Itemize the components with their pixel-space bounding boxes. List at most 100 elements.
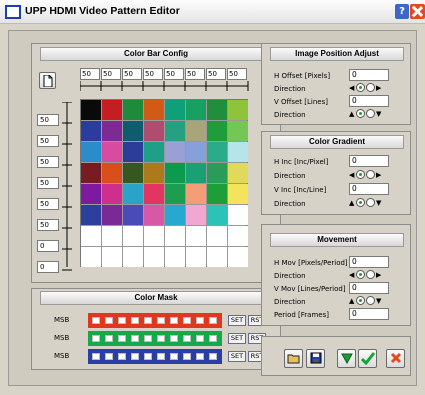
radio-unselected[interactable] (366, 270, 375, 279)
color-cell[interactable] (207, 226, 227, 246)
color-cell[interactable] (81, 226, 101, 246)
color-cell[interactable] (144, 100, 164, 120)
mask-bit-toggle[interactable] (183, 335, 191, 342)
column-width-input[interactable]: 50 (80, 68, 100, 80)
mask-bit-toggle[interactable] (196, 317, 204, 324)
color-cell[interactable] (207, 247, 227, 267)
down-arrow-icon[interactable]: ▼ (376, 110, 381, 118)
color-cell[interactable] (207, 184, 227, 204)
color-cell[interactable] (123, 121, 143, 141)
color-cell[interactable] (123, 184, 143, 204)
color-cell[interactable] (144, 247, 164, 267)
mask-bit-toggle[interactable] (131, 317, 139, 324)
mask-bit-toggle[interactable] (144, 353, 152, 360)
up-arrow-icon[interactable]: ▲ (349, 110, 354, 118)
v-inc-input[interactable]: 0 (349, 183, 389, 195)
color-cell[interactable] (207, 142, 227, 162)
mask-bit-toggle[interactable] (144, 317, 152, 324)
radio-selected[interactable] (356, 83, 365, 92)
color-cell[interactable] (102, 142, 122, 162)
color-cell[interactable] (207, 121, 227, 141)
color-cell[interactable] (228, 163, 248, 183)
cancel-button[interactable] (386, 349, 405, 368)
color-cell[interactable] (228, 205, 248, 225)
radio-unselected[interactable] (366, 170, 375, 179)
left-arrow-icon[interactable]: ◀ (349, 271, 354, 279)
left-arrow-icon[interactable]: ◀ (349, 84, 354, 92)
color-cell[interactable] (165, 226, 185, 246)
v-direction-control[interactable]: ▲ ▼ (349, 109, 381, 120)
mask-bit-toggle[interactable] (131, 335, 139, 342)
mask-bit-toggle[interactable] (196, 353, 204, 360)
color-cell[interactable] (81, 184, 101, 204)
color-cell[interactable] (186, 205, 206, 225)
download-button[interactable] (337, 349, 356, 368)
color-cell[interactable] (123, 100, 143, 120)
color-cell[interactable] (81, 247, 101, 267)
color-cell[interactable] (102, 226, 122, 246)
color-cell[interactable] (144, 184, 164, 204)
v-offset-input[interactable]: 0 (349, 95, 389, 107)
color-cell[interactable] (144, 142, 164, 162)
mask-bit-toggle[interactable] (157, 335, 165, 342)
apply-button[interactable] (358, 349, 377, 368)
mask-bit-toggle[interactable] (157, 317, 165, 324)
mask-bit-toggle[interactable] (183, 317, 191, 324)
color-cell[interactable] (207, 100, 227, 120)
mask-bit-toggle[interactable] (183, 353, 191, 360)
mask-bit-toggle[interactable] (209, 335, 217, 342)
color-cell[interactable] (186, 184, 206, 204)
color-cell[interactable] (144, 226, 164, 246)
radio-selected[interactable] (356, 109, 365, 118)
radio-unselected[interactable] (366, 83, 375, 92)
v-mov-input[interactable]: 0 (349, 282, 389, 294)
radio-selected[interactable] (356, 270, 365, 279)
color-cell[interactable] (207, 205, 227, 225)
color-cell[interactable] (123, 247, 143, 267)
column-width-input[interactable]: 50 (122, 68, 142, 80)
color-cell[interactable] (186, 100, 206, 120)
period-input[interactable]: 0 (349, 308, 389, 320)
v-mov-direction-control[interactable]: ▲ ▼ (349, 296, 381, 307)
down-arrow-icon[interactable]: ▼ (376, 199, 381, 207)
radio-unselected[interactable] (366, 109, 375, 118)
radio-unselected[interactable] (366, 198, 375, 207)
mask-bit-toggle[interactable] (170, 317, 178, 324)
color-cell[interactable] (186, 163, 206, 183)
color-cell[interactable] (102, 121, 122, 141)
color-cell[interactable] (228, 142, 248, 162)
column-width-input[interactable]: 50 (227, 68, 247, 80)
right-arrow-icon[interactable]: ▶ (376, 84, 381, 92)
row-height-input[interactable]: 50 (37, 135, 59, 147)
set-button[interactable]: SET (228, 351, 246, 362)
color-cell[interactable] (186, 226, 206, 246)
up-arrow-icon[interactable]: ▲ (349, 297, 354, 305)
color-cell[interactable] (165, 142, 185, 162)
row-height-input[interactable]: 50 (37, 177, 59, 189)
h-offset-input[interactable]: 0 (349, 69, 389, 81)
color-cell[interactable] (207, 163, 227, 183)
right-arrow-icon[interactable]: ▶ (376, 171, 381, 179)
row-height-input[interactable]: 0 (37, 261, 59, 273)
mask-bit-toggle[interactable] (170, 335, 178, 342)
color-cell[interactable] (81, 142, 101, 162)
color-cell[interactable] (144, 121, 164, 141)
radio-selected[interactable] (356, 170, 365, 179)
color-cell[interactable] (228, 121, 248, 141)
mask-bit-toggle[interactable] (105, 317, 113, 324)
row-height-input[interactable]: 50 (37, 114, 59, 126)
radio-selected[interactable] (356, 296, 365, 305)
color-cell[interactable] (144, 163, 164, 183)
color-cell[interactable] (144, 205, 164, 225)
color-cell[interactable] (102, 205, 122, 225)
row-height-input[interactable]: 0 (37, 240, 59, 252)
column-width-input[interactable]: 50 (164, 68, 184, 80)
left-arrow-icon[interactable]: ◀ (349, 171, 354, 179)
color-cell[interactable] (165, 100, 185, 120)
color-cell[interactable] (81, 121, 101, 141)
color-cell[interactable] (102, 184, 122, 204)
color-cell[interactable] (81, 163, 101, 183)
close-button[interactable] (410, 4, 425, 19)
color-cell[interactable] (165, 205, 185, 225)
right-arrow-icon[interactable]: ▶ (376, 271, 381, 279)
